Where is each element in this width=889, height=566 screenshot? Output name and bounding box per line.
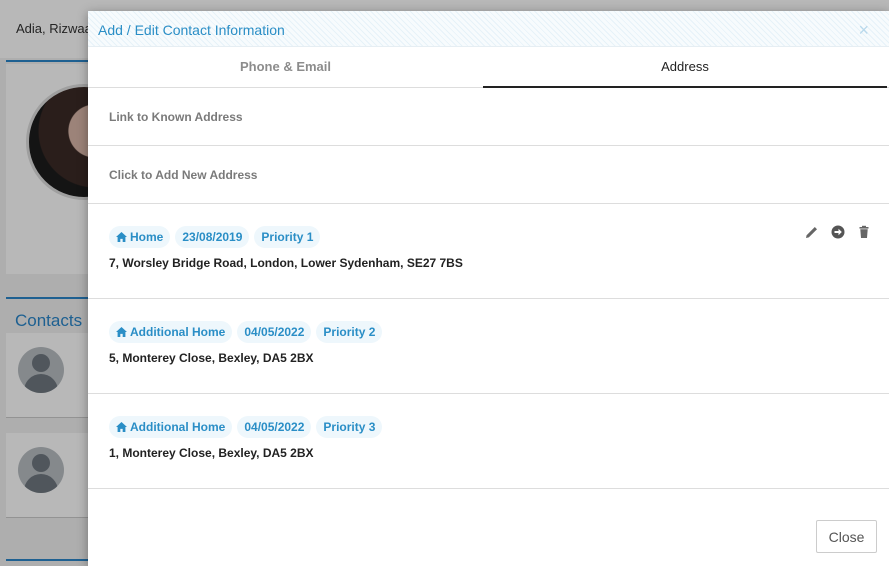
- tab-address[interactable]: Address: [483, 47, 887, 88]
- address-line: 7, Worsley Bridge Road, London, Lower Sy…: [109, 256, 463, 270]
- address-type-label: Additional Home: [130, 325, 226, 339]
- address-item: Additional Home 04/05/2022 Priority 2 5,…: [88, 299, 889, 394]
- address-priority-chip: Priority 1: [254, 226, 321, 248]
- link-known-address[interactable]: Link to Known Address: [88, 88, 889, 146]
- address-type-chip: Home: [109, 226, 171, 248]
- home-icon: [116, 422, 127, 432]
- address-tags: Additional Home 04/05/2022 Priority 3: [109, 416, 889, 438]
- address-item: Home 23/08/2019 Priority 1 7, Worsley Br…: [88, 204, 889, 299]
- trash-icon[interactable]: [857, 225, 871, 239]
- address-date-chip: 04/05/2022: [237, 416, 312, 438]
- address-tags: Additional Home 04/05/2022 Priority 2: [109, 321, 889, 343]
- modal-title: Add / Edit Contact Information: [98, 22, 285, 38]
- add-new-address[interactable]: Click to Add New Address: [88, 146, 889, 204]
- modal-header: Add / Edit Contact Information ×: [88, 11, 889, 47]
- address-type-label: Home: [130, 230, 164, 244]
- address-tags: Home 23/08/2019 Priority 1: [109, 226, 889, 248]
- arrow-circle-right-icon[interactable]: [831, 225, 845, 239]
- address-date-chip: 04/05/2022: [237, 321, 312, 343]
- address-priority-chip: Priority 3: [316, 416, 383, 438]
- address-type-label: Additional Home: [130, 420, 226, 434]
- address-type-chip: Additional Home: [109, 321, 233, 343]
- home-icon: [116, 327, 127, 337]
- address-type-chip: Additional Home: [109, 416, 233, 438]
- close-icon[interactable]: ×: [858, 21, 869, 39]
- address-item: Additional Home 04/05/2022 Priority 3 1,…: [88, 394, 889, 489]
- pencil-icon[interactable]: [805, 225, 819, 239]
- home-icon: [116, 232, 127, 242]
- tab-bar: Phone & Email Address: [88, 47, 889, 88]
- address-priority-chip: Priority 2: [316, 321, 383, 343]
- address-line: 5, Monterey Close, Bexley, DA5 2BX: [109, 351, 314, 365]
- close-button[interactable]: Close: [816, 520, 877, 553]
- address-actions: [805, 225, 871, 239]
- address-line: 1, Monterey Close, Bexley, DA5 2BX: [109, 446, 314, 460]
- contact-info-modal: Add / Edit Contact Information × Phone &…: [88, 11, 889, 566]
- address-date-chip: 23/08/2019: [175, 226, 250, 248]
- tab-phone-email[interactable]: Phone & Email: [88, 47, 483, 88]
